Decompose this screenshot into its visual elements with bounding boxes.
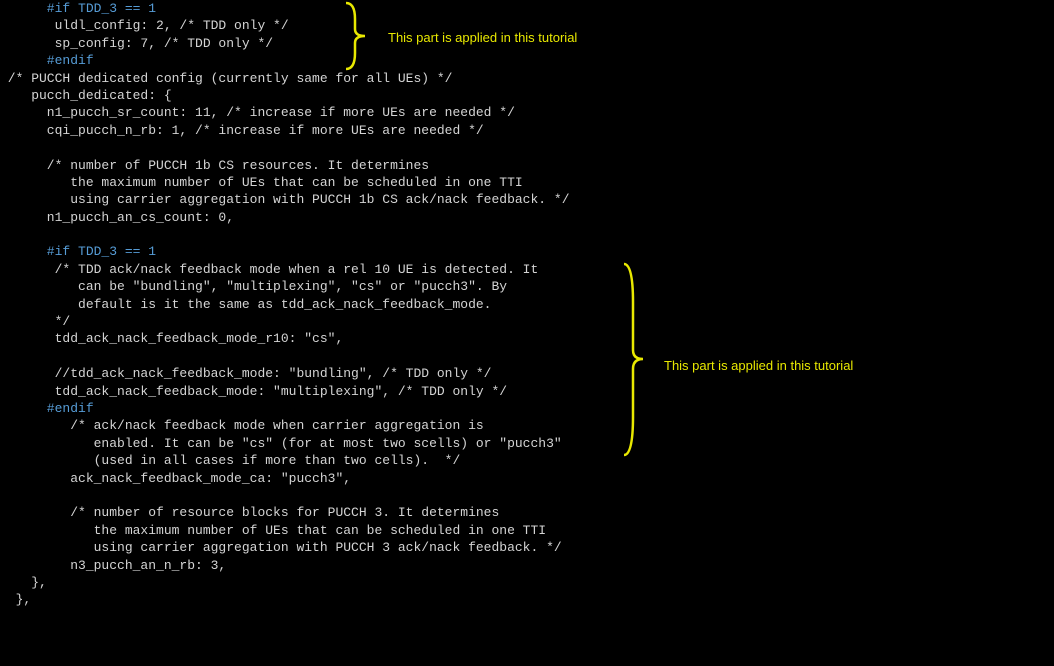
code-line: default is it the same as tdd_ack_nack_f… — [0, 296, 1054, 313]
code-text: n1_pucch_sr_count: 11, /* increase if mo… — [0, 105, 515, 120]
code-text: the maximum number of UEs that can be sc… — [0, 523, 546, 538]
annotation-text-top: This part is applied in this tutorial — [388, 29, 577, 46]
annotation-text-bottom: This part is applied in this tutorial — [664, 357, 853, 374]
code-text: tdd_ack_nack_feedback_mode_r10: "cs", — [0, 331, 343, 346]
code-text: }, — [0, 575, 47, 590]
code-text: using carrier aggregation with PUCCH 1b … — [0, 192, 570, 207]
code-line: the maximum number of UEs that can be sc… — [0, 522, 1054, 539]
code-line: }, — [0, 591, 1054, 608]
code-text: using carrier aggregation with PUCCH 3 a… — [0, 540, 562, 555]
code-line: pucch_dedicated: { — [0, 87, 1054, 104]
code-line: //tdd_ack_nack_feedback_mode: "bundling"… — [0, 365, 1054, 382]
code-line: #if TDD_3 == 1 — [0, 243, 1054, 260]
code-line: n3_pucch_an_n_rb: 3, — [0, 557, 1054, 574]
code-text: /* number of resource blocks for PUCCH 3… — [0, 505, 499, 520]
code-line: using carrier aggregation with PUCCH 1b … — [0, 191, 1054, 208]
preprocessor-token: #if TDD_3 == 1 — [0, 244, 156, 259]
code-text: }, — [0, 592, 31, 607]
code-line — [0, 348, 1054, 365]
code-text: can be "bundling", "multiplexing", "cs" … — [0, 279, 507, 294]
code-line — [0, 226, 1054, 243]
code-line: n1_pucch_sr_count: 11, /* increase if mo… — [0, 104, 1054, 121]
code-line: tdd_ack_nack_feedback_mode: "multiplexin… — [0, 383, 1054, 400]
code-text: default is it the same as tdd_ack_nack_f… — [0, 297, 491, 312]
code-text: /* number of PUCCH 1b CS resources. It d… — [0, 158, 429, 173]
code-line — [0, 487, 1054, 504]
code-text: (used in all cases if more than two cell… — [0, 453, 460, 468]
code-text: pucch_dedicated: { — [0, 88, 172, 103]
preprocessor-token: #if TDD_3 == 1 — [0, 1, 156, 16]
code-line: enabled. It can be "cs" (for at most two… — [0, 435, 1054, 452]
code-text: /* TDD ack/nack feedback mode when a rel… — [0, 262, 538, 277]
code-line: can be "bundling", "multiplexing", "cs" … — [0, 278, 1054, 295]
code-line: /* number of PUCCH 1b CS resources. It d… — [0, 157, 1054, 174]
code-line: the maximum number of UEs that can be sc… — [0, 174, 1054, 191]
code-line: /* ack/nack feedback mode when carrier a… — [0, 417, 1054, 434]
code-line: ack_nack_feedback_mode_ca: "pucch3", — [0, 470, 1054, 487]
code-text: n1_pucch_an_cs_count: 0, — [0, 210, 234, 225]
code-text: /* ack/nack feedback mode when carrier a… — [0, 418, 484, 433]
code-text: //tdd_ack_nack_feedback_mode: "bundling"… — [0, 366, 491, 381]
code-text: /* PUCCH dedicated config (currently sam… — [0, 71, 452, 86]
code-line: n1_pucch_an_cs_count: 0, — [0, 209, 1054, 226]
preprocessor-token: #endif — [0, 53, 94, 68]
code-text: ack_nack_feedback_mode_ca: "pucch3", — [0, 471, 351, 486]
code-line: #endif — [0, 52, 1054, 69]
code-line: tdd_ack_nack_feedback_mode_r10: "cs", — [0, 330, 1054, 347]
code-text: enabled. It can be "cs" (for at most two… — [0, 436, 562, 451]
code-line — [0, 139, 1054, 156]
code-line: #endif — [0, 400, 1054, 417]
code-line: /* TDD ack/nack feedback mode when a rel… — [0, 261, 1054, 278]
code-line: }, — [0, 574, 1054, 591]
code-line: (used in all cases if more than two cell… — [0, 452, 1054, 469]
code-line: /* number of resource blocks for PUCCH 3… — [0, 504, 1054, 521]
preprocessor-token: #endif — [0, 401, 94, 416]
code-line: #if TDD_3 == 1 — [0, 0, 1054, 17]
code-line: using carrier aggregation with PUCCH 3 a… — [0, 539, 1054, 556]
code-text: tdd_ack_nack_feedback_mode: "multiplexin… — [0, 384, 507, 399]
code-text: sp_config: 7, /* TDD only */ — [0, 36, 273, 51]
code-text: cqi_pucch_n_rb: 1, /* increase if more U… — [0, 123, 484, 138]
code-text: uldl_config: 2, /* TDD only */ — [0, 18, 289, 33]
code-block: #if TDD_3 == 1 uldl_config: 2, /* TDD on… — [0, 0, 1054, 609]
code-text: */ — [0, 314, 70, 329]
code-text: the maximum number of UEs that can be sc… — [0, 175, 523, 190]
code-line: /* PUCCH dedicated config (currently sam… — [0, 70, 1054, 87]
code-text: n3_pucch_an_n_rb: 3, — [0, 558, 226, 573]
code-line: cqi_pucch_n_rb: 1, /* increase if more U… — [0, 122, 1054, 139]
code-line: */ — [0, 313, 1054, 330]
